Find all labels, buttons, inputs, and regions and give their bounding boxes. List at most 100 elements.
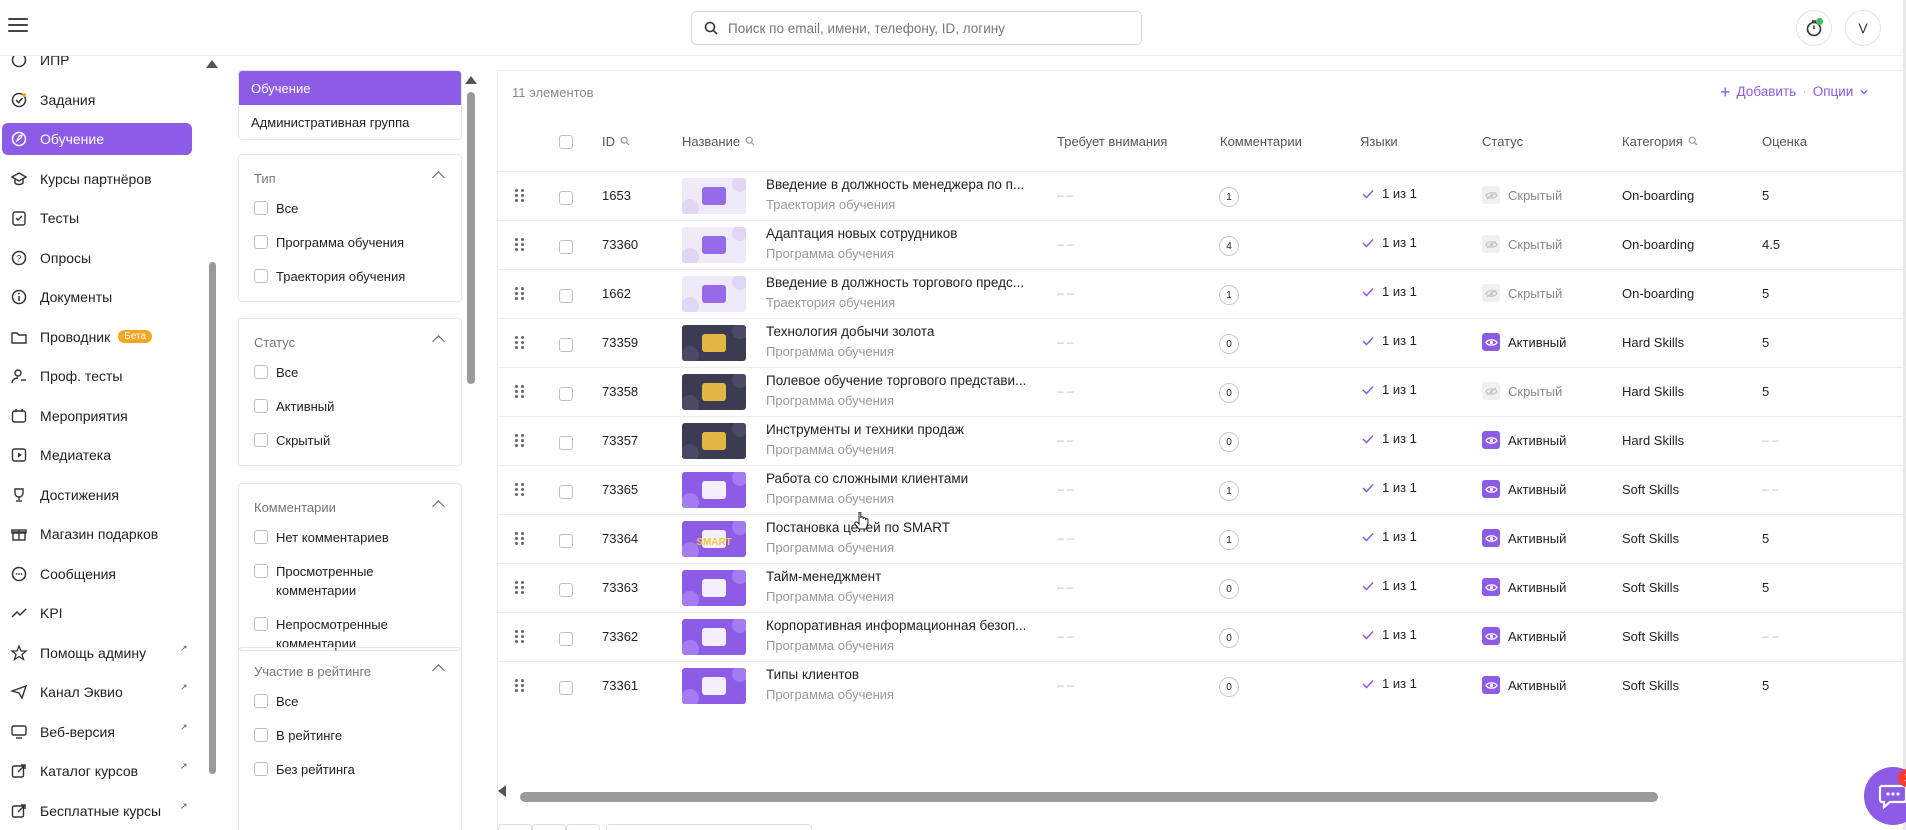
course-title[interactable]: Технология добычи золота <box>766 324 1031 339</box>
column-name[interactable]: Название <box>682 131 755 151</box>
course-thumbnail[interactable] <box>682 374 746 410</box>
sidebar-item-4[interactable]: Тесты <box>2 202 192 234</box>
search-icon[interactable] <box>745 136 755 146</box>
sidebar-item-15[interactable]: Помощь админу ↗ <box>2 637 192 669</box>
drag-handle-icon[interactable] <box>515 532 525 546</box>
table-row[interactable]: 73363 Тайм-менеджмент Программа обучения – … <box>498 563 1906 612</box>
sidebar-item-16[interactable]: Канал Эквио ↗ <box>2 676 192 708</box>
comments-count[interactable]: 0 <box>1219 677 1239 697</box>
drag-handle-icon[interactable] <box>515 287 525 301</box>
checkbox[interactable] <box>254 235 268 249</box>
drag-handle-icon[interactable] <box>515 630 525 644</box>
search-icon[interactable] <box>1688 136 1698 146</box>
pager-button[interactable] <box>566 824 600 830</box>
filter-option[interactable]: Все <box>254 363 444 382</box>
category-item-0[interactable]: Обучение <box>239 71 461 105</box>
column-id[interactable]: ID <box>602 131 630 151</box>
pager-button[interactable] <box>498 824 532 830</box>
horizontal-scrollbar[interactable] <box>520 792 1658 802</box>
status-badge[interactable]: Скрытый <box>1482 284 1562 302</box>
chevron-up-icon[interactable] <box>432 500 445 513</box>
filter-option[interactable]: Программа обучения <box>254 233 444 252</box>
course-title[interactable]: Полевое обучение торгового представи... <box>766 373 1031 388</box>
scroll-left-icon[interactable] <box>498 785 506 797</box>
row-checkbox[interactable] <box>559 534 573 548</box>
sidebar-item-19[interactable]: Бесплатные курсы ↗ <box>2 795 192 827</box>
row-checkbox[interactable] <box>559 632 573 646</box>
status-badge[interactable]: Активный <box>1482 676 1566 694</box>
chevron-up-icon[interactable] <box>432 664 445 677</box>
row-checkbox[interactable] <box>559 240 573 254</box>
status-badge[interactable]: Активный <box>1482 529 1566 547</box>
row-checkbox[interactable] <box>559 681 573 695</box>
sidebar-item-5[interactable]: ? Опросы <box>2 242 192 274</box>
course-title[interactable]: Постановка целей по SMART <box>766 520 1031 535</box>
comments-count[interactable]: 0 <box>1219 432 1239 452</box>
checkbox[interactable] <box>254 530 268 544</box>
checkbox[interactable] <box>254 433 268 447</box>
sidebar-item-10[interactable]: Медиатека <box>2 439 192 471</box>
filter-option[interactable]: Все <box>254 199 444 218</box>
status-badge[interactable]: Скрытый <box>1482 382 1562 400</box>
course-thumbnail[interactable] <box>682 619 746 655</box>
checkbox[interactable] <box>254 694 268 708</box>
pager-button[interactable] <box>532 824 566 830</box>
course-thumbnail[interactable] <box>682 325 746 361</box>
drag-handle-icon[interactable] <box>515 189 525 203</box>
comments-count[interactable]: 1 <box>1219 481 1239 501</box>
sidebar-item-17[interactable]: Веб-версия ↗ <box>2 716 192 748</box>
status-badge[interactable]: Скрытый <box>1482 186 1562 204</box>
drag-handle-icon[interactable] <box>515 385 525 399</box>
filter-option[interactable]: Все <box>254 692 444 711</box>
course-title[interactable]: Работа со сложными клиентами <box>766 471 1031 486</box>
course-title[interactable]: Адаптация новых сотрудников <box>766 226 1031 241</box>
filter-option[interactable]: Без рейтинга <box>254 760 444 779</box>
comments-count[interactable]: 1 <box>1219 530 1239 550</box>
chevron-up-icon[interactable] <box>432 335 445 348</box>
course-thumbnail[interactable] <box>682 227 746 263</box>
status-badge[interactable]: Активный <box>1482 431 1566 449</box>
column-rating[interactable]: Оценка <box>1762 131 1807 151</box>
filter-option[interactable]: В рейтинге <box>254 726 444 745</box>
table-row[interactable]: 1653 Введение в должность менеджера по п.… <box>498 171 1906 220</box>
comments-count[interactable]: 1 <box>1219 187 1239 207</box>
course-title[interactable]: Тайм-менеджмент <box>766 569 1031 584</box>
drag-handle-icon[interactable] <box>515 679 525 693</box>
table-row[interactable]: 73362 Корпоративная информационная безоп.… <box>498 612 1906 661</box>
options-button[interactable]: Опции <box>1813 84 1854 99</box>
course-thumbnail[interactable] <box>682 570 746 606</box>
column-attention[interactable]: Требует внимания <box>1057 131 1167 151</box>
checkbox[interactable] <box>254 617 268 631</box>
status-badge[interactable]: Активный <box>1482 333 1566 351</box>
row-checkbox[interactable] <box>559 436 573 450</box>
comments-count[interactable]: 0 <box>1219 579 1239 599</box>
table-row[interactable]: 73359 Технология добычи золота Программа о… <box>498 318 1906 367</box>
checkbox[interactable] <box>254 399 268 413</box>
sidebar-item-0[interactable]: ИПР <box>2 56 192 76</box>
course-title[interactable]: Типы клиентов <box>766 667 1031 682</box>
checkbox[interactable] <box>254 728 268 742</box>
sidebar-item-7[interactable]: Проводник Бета <box>2 321 192 353</box>
sidebar-item-9[interactable]: Мероприятия <box>2 400 192 432</box>
course-title[interactable]: Введение в должность торгового предс... <box>766 275 1031 290</box>
comments-count[interactable]: 0 <box>1219 383 1239 403</box>
sidebar-item-12[interactable]: Магазин подарков <box>2 518 192 550</box>
row-checkbox[interactable] <box>559 338 573 352</box>
drag-handle-icon[interactable] <box>515 434 525 448</box>
filter-option[interactable]: Траектория обучения <box>254 267 444 286</box>
table-row[interactable]: 73357 Инструменты и техники продаж Програм… <box>498 416 1906 465</box>
sidebar-item-14[interactable]: KPI <box>2 597 192 629</box>
row-checkbox[interactable] <box>559 387 573 401</box>
table-row[interactable]: 73358 Полевое обучение торгового представ… <box>498 367 1906 416</box>
checkbox[interactable] <box>254 201 268 215</box>
select-all-checkbox[interactable] <box>559 131 573 151</box>
course-thumbnail[interactable] <box>682 668 746 704</box>
row-checkbox[interactable] <box>559 191 573 205</box>
sidebar-item-1[interactable]: Задания <box>2 84 192 116</box>
comments-count[interactable]: 4 <box>1219 236 1239 256</box>
status-badge[interactable]: Активный <box>1482 480 1566 498</box>
sidebar-item-8[interactable]: Проф. тесты <box>2 360 192 392</box>
filter-option[interactable]: Активный <box>254 397 444 416</box>
table-row[interactable]: 1662 Введение в должность торгового предс… <box>498 269 1906 318</box>
sidebar-item-3[interactable]: Курсы партнёров <box>2 163 192 195</box>
